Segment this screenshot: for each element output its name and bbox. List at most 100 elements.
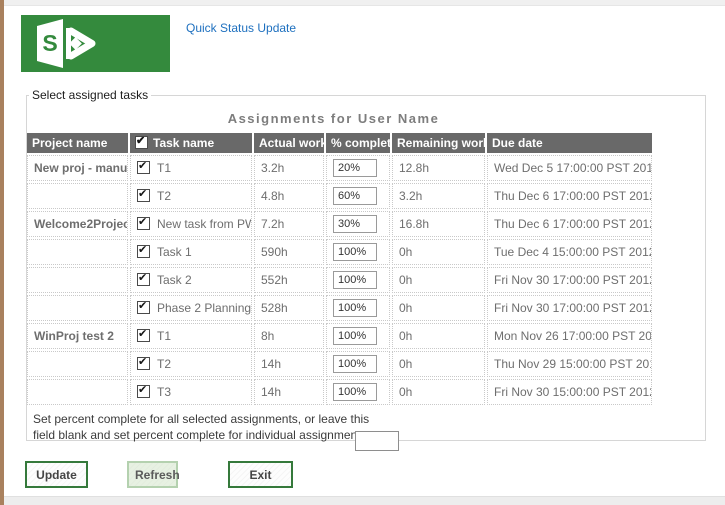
assigned-tasks-fieldset: Select assigned tasks Assignments for Us…: [26, 88, 706, 441]
due-date-cell: Thu Dec 6 17:00:00 PST 2012: [487, 211, 652, 237]
percent-complete-input[interactable]: [333, 243, 377, 261]
remaining-work-cell: 0h: [392, 239, 485, 265]
task-name-cell: T1: [130, 155, 252, 181]
actual-work-cell: 14h: [254, 379, 324, 405]
actual-work-cell: 4.8h: [254, 183, 324, 209]
due-date-cell: Wed Dec 5 17:00:00 PST 2012: [487, 155, 652, 181]
percent-complete-input[interactable]: [333, 215, 377, 233]
percent-complete-cell: [326, 183, 390, 209]
task-name-label: T2: [157, 357, 171, 371]
task-name-cell: T3: [130, 379, 252, 405]
percent-complete-input[interactable]: [333, 383, 377, 401]
instruction-line-2: field blank and set percent complete for…: [33, 427, 370, 443]
project-name-cell: WinProj test 2: [27, 323, 128, 349]
actual-work-cell: 14h: [254, 351, 324, 377]
instruction-line-1: Set percent complete for all selected as…: [33, 411, 370, 427]
assignments-table: Project name Task name Actual work % com…: [25, 131, 654, 407]
project-name-cell: [27, 351, 128, 377]
task-name-label: New task from PWA: [157, 217, 252, 231]
task-name-header-label: Task name: [153, 136, 214, 150]
task-checkbox[interactable]: [137, 217, 150, 230]
due-date-cell: Fri Nov 30 17:00:00 PST 2012: [487, 267, 652, 293]
percent-complete-input[interactable]: [333, 299, 377, 317]
task-checkbox[interactable]: [137, 301, 150, 314]
percent-complete-cell: [326, 323, 390, 349]
task-checkbox[interactable]: [137, 385, 150, 398]
column-header-remaining-work: Remaining work: [392, 133, 485, 153]
task-checkbox[interactable]: [137, 329, 150, 342]
due-date-cell: Tue Dec 4 15:00:00 PST 2012: [487, 239, 652, 265]
task-checkbox[interactable]: [137, 273, 150, 286]
task-name-cell: T2: [130, 351, 252, 377]
actual-work-cell: 8h: [254, 323, 324, 349]
task-checkbox[interactable]: [137, 189, 150, 202]
select-all-checkbox[interactable]: [135, 136, 148, 149]
task-name-label: T1: [157, 329, 171, 343]
percent-complete-cell: [326, 351, 390, 377]
remaining-work-cell: 0h: [392, 267, 485, 293]
task-name-cell: New task from PWA: [130, 211, 252, 237]
fieldset-legend: Select assigned tasks: [29, 88, 151, 102]
actual-work-cell: 7.2h: [254, 211, 324, 237]
task-name-label: T1: [157, 161, 171, 175]
remaining-work-cell: 16.8h: [392, 211, 485, 237]
assignment-row: Task 2 552h 0h Fri Nov 30 17:00:00 PST 2…: [27, 267, 652, 293]
actual-work-cell: 528h: [254, 295, 324, 321]
column-header-actual-work: Actual work: [254, 133, 324, 153]
percent-complete-input[interactable]: [333, 355, 377, 373]
assignments-tbody: New proj - manual T1 3.2h 12.8h Wed Dec …: [27, 155, 652, 405]
actual-work-cell: 590h: [254, 239, 324, 265]
percent-complete-input[interactable]: [333, 159, 377, 177]
assignment-row: T2 4.8h 3.2h Thu Dec 6 17:00:00 PST 2012: [27, 183, 652, 209]
project-name-cell: [27, 379, 128, 405]
assignment-row: Phase 2 Planning 528h 0h Fri Nov 30 17:0…: [27, 295, 652, 321]
task-name-cell: Task 1: [130, 239, 252, 265]
assignment-row: Task 1 590h 0h Tue Dec 4 15:00:00 PST 20…: [27, 239, 652, 265]
remaining-work-cell: 3.2h: [392, 183, 485, 209]
task-checkbox[interactable]: [137, 245, 150, 258]
project-name-cell: Welcome2Project: [27, 211, 128, 237]
task-name-label: Phase 2 Planning: [157, 301, 251, 315]
remaining-work-cell: 0h: [392, 323, 485, 349]
assignment-row: T3 14h 0h Fri Nov 30 15:00:00 PST 2012: [27, 379, 652, 405]
update-button[interactable]: Update: [25, 461, 88, 488]
task-name-cell: Task 2: [130, 267, 252, 293]
percent-complete-input[interactable]: [333, 327, 377, 345]
window-left-border: [0, 0, 4, 505]
percent-complete-input[interactable]: [333, 187, 377, 205]
refresh-button[interactable]: Refresh: [127, 461, 178, 488]
exit-button[interactable]: Exit: [228, 461, 293, 488]
quick-status-update-link[interactable]: Quick Status Update: [186, 21, 296, 35]
assignments-title: Assignments for User Name: [27, 111, 640, 126]
due-date-cell: Thu Dec 6 17:00:00 PST 2012: [487, 183, 652, 209]
task-name-label: Task 2: [157, 273, 192, 287]
project-name-cell: New proj - manual: [27, 155, 128, 181]
column-header-due-date: Due date: [487, 133, 652, 153]
bulk-percent-instructions: Set percent complete for all selected as…: [33, 411, 370, 443]
due-date-cell: Fri Nov 30 15:00:00 PST 2012: [487, 379, 652, 405]
actual-work-cell: 552h: [254, 267, 324, 293]
table-header-row: Project name Task name Actual work % com…: [27, 133, 652, 153]
remaining-work-cell: 12.8h: [392, 155, 485, 181]
project-name-cell: [27, 267, 128, 293]
due-date-cell: Mon Nov 26 17:00:00 PST 2012: [487, 323, 652, 349]
task-checkbox[interactable]: [137, 357, 150, 370]
project-name-cell: [27, 239, 128, 265]
column-header-project-name: Project name: [27, 133, 128, 153]
sharepoint-logo-icon: S: [21, 15, 170, 72]
bulk-percent-input[interactable]: [355, 431, 399, 451]
task-name-label: T2: [157, 189, 171, 203]
remaining-work-cell: 0h: [392, 351, 485, 377]
svg-text:S: S: [42, 30, 57, 56]
task-name-cell: T2: [130, 183, 252, 209]
project-name-cell: [27, 295, 128, 321]
percent-complete-input[interactable]: [333, 271, 377, 289]
task-checkbox[interactable]: [137, 161, 150, 174]
assignment-row: T2 14h 0h Thu Nov 29 15:00:00 PST 2012: [27, 351, 652, 377]
window-top-strip: [4, 0, 725, 6]
task-name-label: T3: [157, 385, 171, 399]
remaining-work-cell: 0h: [392, 295, 485, 321]
percent-complete-cell: [326, 267, 390, 293]
percent-complete-cell: [326, 239, 390, 265]
assignment-row: Welcome2Project New task from PWA 7.2h 1…: [27, 211, 652, 237]
